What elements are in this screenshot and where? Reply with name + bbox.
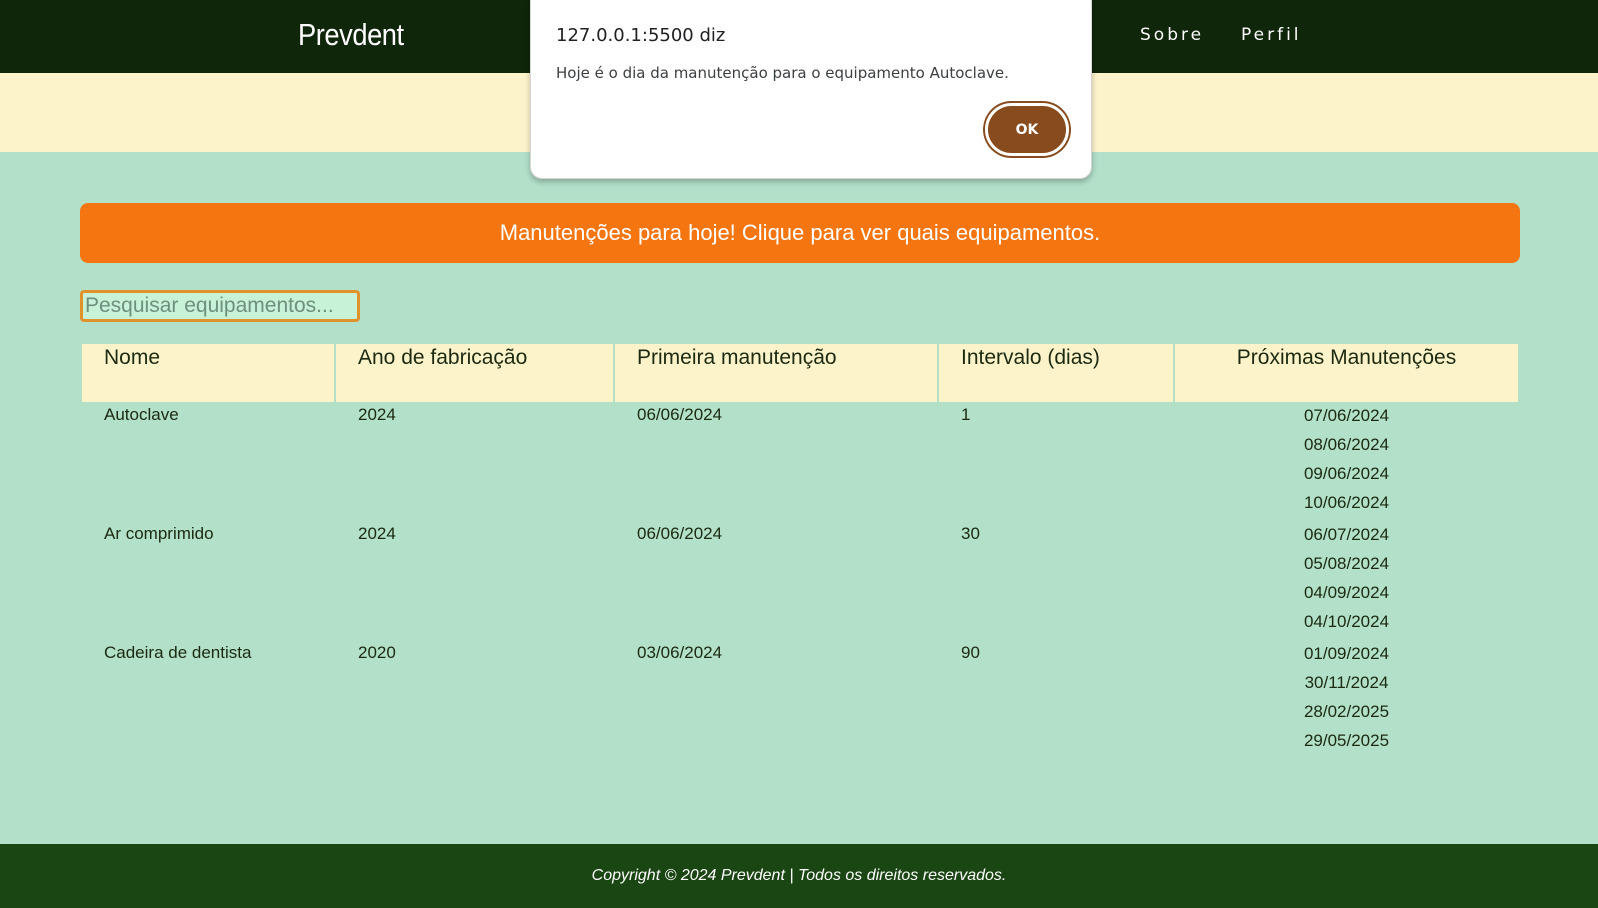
cell-primeira: 06/06/2024	[637, 405, 723, 424]
cell-nome: Cadeira de dentista	[104, 643, 252, 662]
cell-proximas: 01/09/2024 30/11/2024 28/02/2025 29/05/2…	[1175, 640, 1518, 759]
header-ano: Ano de fabricação	[336, 344, 613, 402]
brand-logo[interactable]: Prevdent	[298, 17, 404, 53]
next-date: 28/02/2025	[1303, 702, 1390, 721]
dialog-message: Hoje é o dia da manutenção para o equipa…	[556, 64, 1009, 82]
cell-ano: 2024	[358, 524, 396, 543]
header-primeira: Primeira manutenção	[615, 344, 937, 402]
cell-nome: Autoclave	[104, 405, 179, 424]
table-row: Ar comprimido 2024 06/06/2024 30 06/07/2…	[82, 521, 1518, 640]
nav-link-perfil[interactable]: Perfil	[1241, 25, 1302, 45]
cell-ano: 2020	[358, 643, 396, 662]
header-proximas: Próximas Manutenções	[1175, 344, 1518, 402]
copyright-text: Copyright © 2024 Prevdent | Todos os dir…	[591, 867, 1007, 884]
cell-primeira: 03/06/2024	[637, 643, 723, 662]
next-date: 30/11/2024	[1304, 673, 1389, 692]
dialog-title: 127.0.0.1:5500 diz	[556, 25, 726, 46]
next-date: 04/09/2024	[1303, 583, 1390, 602]
next-date: 08/06/2024	[1303, 435, 1390, 454]
ok-button[interactable]: OK	[985, 103, 1069, 156]
next-date: 09/06/2024	[1303, 464, 1390, 483]
equipment-table: Nome Ano de fabricação Primeira manutenç…	[80, 344, 1520, 759]
table-row: Autoclave 2024 06/06/2024 1 07/06/2024 0…	[82, 402, 1518, 521]
alert-dialog: 127.0.0.1:5500 diz Hoje é o dia da manut…	[530, 0, 1092, 179]
cell-intervalo: 90	[961, 643, 980, 662]
header-intervalo: Intervalo (dias)	[939, 344, 1173, 402]
cell-intervalo: 1	[961, 405, 971, 424]
next-date: 01/09/2024	[1303, 644, 1390, 663]
cell-intervalo: 30	[961, 524, 980, 543]
cell-nome: Ar comprimido	[104, 524, 214, 543]
next-date: 05/08/2024	[1303, 554, 1390, 573]
table-header-row: Nome Ano de fabricação Primeira manutenç…	[82, 344, 1518, 402]
next-date: 07/06/2024	[1303, 406, 1390, 425]
search-input[interactable]	[80, 290, 360, 322]
table-row: Cadeira de dentista 2020 03/06/2024 90 0…	[82, 640, 1518, 759]
cell-ano: 2024	[358, 405, 396, 424]
header-nome: Nome	[82, 344, 334, 402]
next-date: 06/07/2024	[1303, 525, 1390, 544]
nav-link-sobre[interactable]: Sobre	[1140, 25, 1204, 45]
next-date: 29/05/2025	[1303, 731, 1390, 750]
cell-proximas: 07/06/2024 08/06/2024 09/06/2024 10/06/2…	[1175, 402, 1518, 521]
cell-proximas: 06/07/2024 05/08/2024 04/09/2024 04/10/2…	[1175, 521, 1518, 640]
footer: Copyright © 2024 Prevdent | Todos os dir…	[0, 844, 1598, 908]
cell-primeira: 06/06/2024	[637, 524, 723, 543]
next-date: 04/10/2024	[1303, 612, 1390, 631]
maintenance-alert-banner[interactable]: Manutenções para hoje! Clique para ver q…	[80, 203, 1520, 263]
next-date: 10/06/2024	[1303, 493, 1390, 512]
